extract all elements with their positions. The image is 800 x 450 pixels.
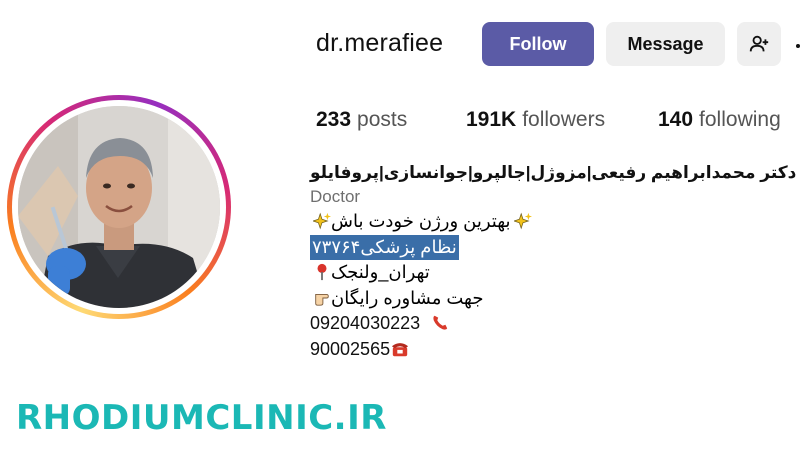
- bio-line-4-text: جهت مشاوره رایگان: [331, 287, 484, 308]
- followers-label: followers: [522, 108, 606, 131]
- pointing-hand-icon: [315, 293, 329, 306]
- sparkles-icon: [313, 212, 331, 230]
- more-icon: [796, 44, 800, 48]
- profile-avatar[interactable]: [7, 95, 231, 319]
- followers-stat[interactable]: 191K followers: [466, 108, 658, 132]
- profile-bio: دکتر محمدابراهیم رفیعی|مزوژل|جالپرو|جوان…: [310, 160, 796, 362]
- profile-full-name: دکتر محمدابراهیم رفیعی|مزوژل|جالپرو|جوان…: [310, 163, 797, 182]
- pin-icon: [317, 263, 327, 281]
- bio-line-3: تهران_ولنجک: [310, 260, 430, 286]
- bio-line-1: بهترین ورژن خودت باش: [310, 209, 532, 235]
- profile-category: Doctor: [310, 186, 361, 206]
- following-stat[interactable]: 140 following: [658, 108, 781, 132]
- posts-stat: 233 posts: [316, 108, 466, 132]
- avatar-photo: [18, 106, 220, 308]
- suggest-accounts-button[interactable]: [737, 22, 781, 66]
- message-button[interactable]: Message: [606, 22, 725, 66]
- avatar-photo-image: [18, 106, 220, 308]
- bio-line-3-text: تهران_ولنجک: [331, 262, 430, 282]
- follow-button[interactable]: Follow: [482, 22, 594, 66]
- profile-username: dr.merafiee: [316, 29, 444, 57]
- posts-count: 233: [316, 108, 352, 131]
- person-plus-icon: [749, 35, 769, 52]
- profile-stats: 233 posts 191K followers 140 following: [316, 108, 781, 132]
- posts-label: posts: [357, 108, 408, 131]
- following-label: following: [699, 108, 781, 131]
- bio-line-2-selected: نظام پزشکی۷۳۷۶۴: [310, 234, 459, 260]
- bio-line-1-text: بهترین ورژن خودت باش: [331, 211, 511, 231]
- watermark: RHODIUMCLINIC.IR: [16, 398, 387, 438]
- bio-phone-1[interactable]: 09204030223: [310, 313, 420, 333]
- bio-line-4: جهت مشاوره رایگان: [310, 286, 483, 312]
- telephone-receiver-icon: [433, 315, 448, 330]
- profile-page: dr.merafiee Follow Message 233 posts 191…: [0, 0, 800, 450]
- following-count: 140: [658, 108, 694, 131]
- more-options-button[interactable]: [795, 38, 800, 48]
- bio-phone-2[interactable]: 90002565: [310, 339, 390, 359]
- followers-count: 191K: [466, 108, 517, 131]
- sparkles-icon: [513, 212, 532, 230]
- telephone-icon: [391, 342, 409, 356]
